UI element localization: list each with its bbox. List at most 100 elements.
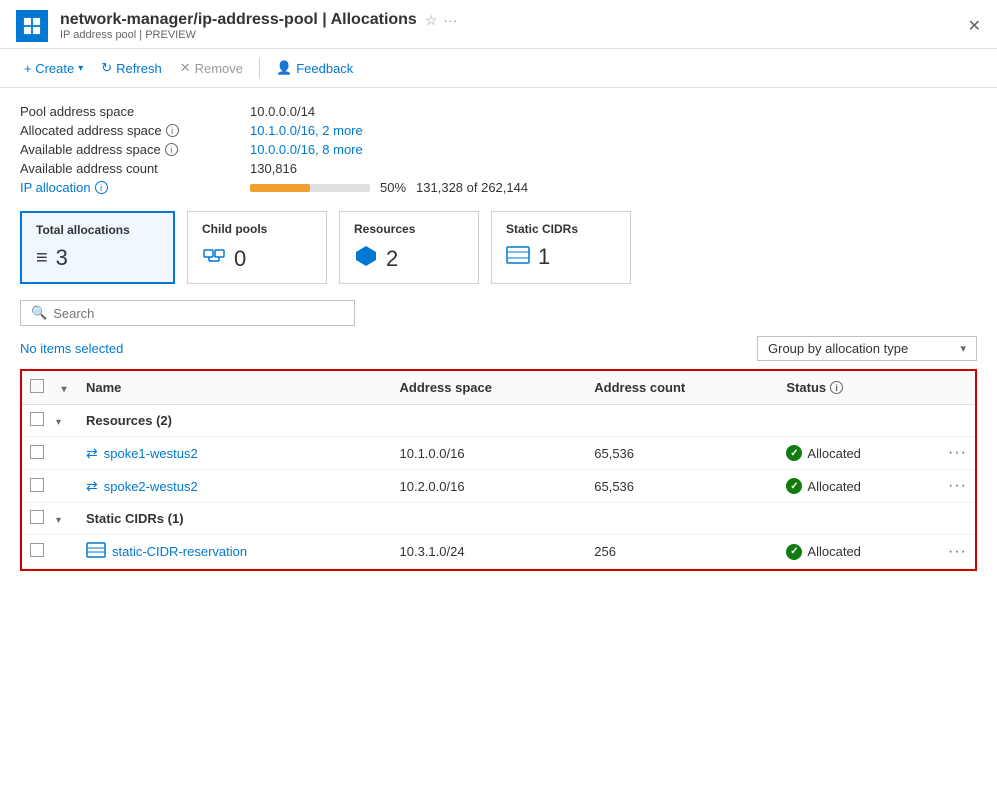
ip-allocation-label: IP allocation i xyxy=(20,180,250,195)
row2-name-link[interactable]: spoke2-westus2 xyxy=(104,479,198,494)
refresh-icon: ↻ xyxy=(101,60,112,76)
allocation-pct: 50% xyxy=(380,180,406,195)
available-space-label: Available address space i xyxy=(20,142,250,157)
group-expand-icon[interactable]: ▾ xyxy=(56,417,61,428)
cards-row: Total allocations ≡ 3 Child pools xyxy=(20,211,977,284)
star-icon[interactable]: ☆ xyxy=(425,12,438,29)
row1-address-count: 65,536 xyxy=(584,437,776,470)
row1-status-label: Allocated xyxy=(807,446,860,461)
header-expand-icon[interactable]: ▾ xyxy=(61,384,66,395)
create-chevron-icon: ▾ xyxy=(78,63,83,74)
remove-label: Remove xyxy=(195,61,243,76)
page-subtitle: IP address pool | PREVIEW xyxy=(60,29,457,41)
row2-address-count: 65,536 xyxy=(584,470,776,503)
toolbar: + Create ▾ ↻ Refresh ✕ Remove 👤 Feedback xyxy=(0,49,997,88)
row1-address-space: 10.1.0.0/16 xyxy=(390,437,585,470)
child-pools-icon xyxy=(202,244,226,273)
resources-value: 2 xyxy=(386,246,398,272)
col-name[interactable]: Name xyxy=(76,371,390,405)
group-row-checkbox[interactable] xyxy=(30,412,44,426)
static-cidrs-value: 1 xyxy=(538,244,550,270)
row1-more-cell: ··· xyxy=(940,437,975,470)
close-button[interactable]: ✕ xyxy=(968,18,981,35)
card-child-pools[interactable]: Child pools 0 xyxy=(187,211,327,284)
table-header-row: ▾ Name Address space Address count Statu… xyxy=(22,371,975,405)
group2-checkbox-cell xyxy=(22,503,52,535)
row2-name-cell: ⇄ spoke2-westus2 xyxy=(76,470,390,503)
allocation-detail: 131,328 of 262,144 xyxy=(416,180,528,195)
table-row: static-CIDR-reservation 10.3.1.0/24 256 … xyxy=(22,535,975,569)
header-checkbox[interactable] xyxy=(30,379,44,393)
info-row-ip-allocation: IP allocation i 50% 131,328 of 262,144 xyxy=(20,178,977,197)
row2-status-dot: ✓ xyxy=(786,478,802,494)
available-space-info-icon[interactable]: i xyxy=(165,143,178,156)
available-space-value[interactable]: 10.0.0.0/16, 8 more xyxy=(250,142,363,157)
row2-expand-cell xyxy=(52,470,76,503)
allocated-value[interactable]: 10.1.0.0/16, 2 more xyxy=(250,123,363,138)
card-static-content: 1 xyxy=(506,244,616,270)
ip-allocation-info-icon[interactable]: i xyxy=(95,181,108,194)
pool-address-value: 10.0.0.0/14 xyxy=(250,104,315,119)
window-controls: ✕ xyxy=(968,16,981,36)
group2-row-checkbox[interactable] xyxy=(30,510,44,524)
row3-checkbox[interactable] xyxy=(30,543,44,557)
total-allocations-icon: ≡ xyxy=(36,247,48,270)
row1-name-cell: ⇄ spoke1-westus2 xyxy=(76,437,390,470)
dots-menu-icon[interactable]: ··· xyxy=(443,12,457,28)
info-row-available-space: Available address space i 10.0.0.0/16, 8… xyxy=(20,140,977,159)
allocated-info-icon[interactable]: i xyxy=(166,124,179,137)
total-allocations-value: 3 xyxy=(56,245,68,271)
row1-expand-cell xyxy=(52,437,76,470)
info-row-pool-address: Pool address space 10.0.0.0/14 xyxy=(20,102,977,121)
row1-name-link[interactable]: spoke1-westus2 xyxy=(104,446,198,461)
title-text-block: network-manager/ip-address-pool | Alloca… xyxy=(60,11,457,41)
static-cidrs-icon xyxy=(506,245,530,270)
col-address-space[interactable]: Address space xyxy=(390,371,585,405)
card-resources[interactable]: Resources 2 xyxy=(339,211,479,284)
card-total-content: ≡ 3 xyxy=(36,245,159,271)
card-total-title: Total allocations xyxy=(36,223,159,237)
create-label: + Create xyxy=(24,61,74,76)
data-table: ▾ Name Address space Address count Statu… xyxy=(22,371,975,569)
row3-address-space: 10.3.1.0/24 xyxy=(390,535,585,569)
feedback-label: Feedback xyxy=(296,61,353,76)
refresh-button[interactable]: ↻ Refresh xyxy=(93,55,169,81)
available-count-label: Available address count xyxy=(20,161,250,176)
group-by-select[interactable]: Group by allocation type ▾ xyxy=(757,336,977,361)
col-status[interactable]: Status i xyxy=(776,371,940,405)
table-row: ⇄ spoke2-westus2 10.2.0.0/16 65,536 ✓ Al… xyxy=(22,470,975,503)
row1-checkbox-cell xyxy=(22,437,52,470)
group-checkbox-cell xyxy=(22,405,52,437)
group2-expand-icon[interactable]: ▾ xyxy=(56,515,61,526)
group-row-resources: ▾ Resources (2) xyxy=(22,405,975,437)
remove-button[interactable]: ✕ Remove xyxy=(172,55,251,81)
col-actions xyxy=(940,371,975,405)
row2-more-button[interactable]: ··· xyxy=(948,477,967,494)
card-static-cidrs[interactable]: Static CIDRs 1 xyxy=(491,211,631,284)
info-row-available-count: Available address count 130,816 xyxy=(20,159,977,178)
card-resources-content: 2 xyxy=(354,244,464,273)
grid-icon xyxy=(23,17,41,35)
col-address-count[interactable]: Address count xyxy=(584,371,776,405)
row2-address-space: 10.2.0.0/16 xyxy=(390,470,585,503)
row3-status-label: Allocated xyxy=(807,544,860,559)
row2-more-cell: ··· xyxy=(940,470,975,503)
feedback-button[interactable]: 👤 Feedback xyxy=(268,55,361,81)
card-resources-title: Resources xyxy=(354,222,464,236)
row1-checkbox[interactable] xyxy=(30,445,44,459)
row3-address-count: 256 xyxy=(584,535,776,569)
row3-name-link[interactable]: static-CIDR-reservation xyxy=(112,544,247,559)
col-expand: ▾ xyxy=(52,371,76,405)
row3-expand-cell xyxy=(52,535,76,569)
pool-address-label: Pool address space xyxy=(20,104,250,119)
info-row-allocated: Allocated address space i 10.1.0.0/16, 2… xyxy=(20,121,977,140)
row1-resource-icon: ⇄ xyxy=(86,445,98,462)
row2-checkbox[interactable] xyxy=(30,478,44,492)
status-info-icon[interactable]: i xyxy=(830,381,843,394)
row2-resource-icon: ⇄ xyxy=(86,478,98,495)
row1-more-button[interactable]: ··· xyxy=(948,444,967,461)
create-button[interactable]: + Create ▾ xyxy=(16,56,91,81)
search-input[interactable] xyxy=(53,306,344,321)
row3-more-button[interactable]: ··· xyxy=(948,543,967,560)
card-total-allocations[interactable]: Total allocations ≡ 3 xyxy=(20,211,175,284)
